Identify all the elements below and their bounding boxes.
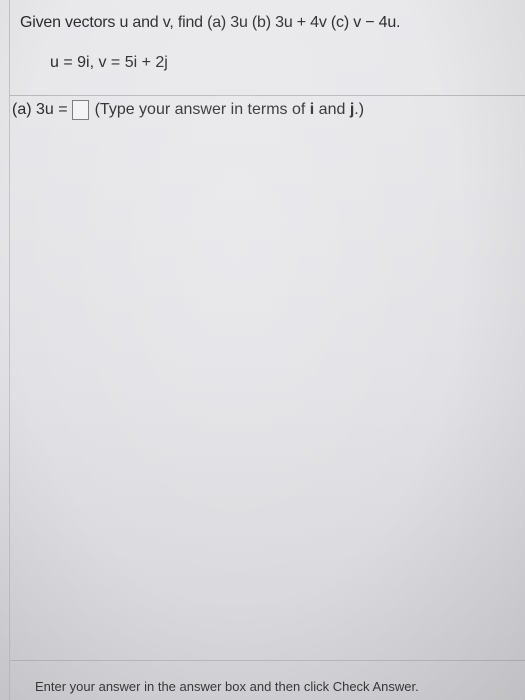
- hint-suffix: .): [354, 101, 365, 118]
- given-vectors: u = 9i, v = 5i + 2j: [50, 54, 168, 71]
- answer-hint: (Type your answer in terms of i and j.): [95, 101, 364, 119]
- homework-page: Given vectors u and v, find (a) 3u (b) 3…: [0, 0, 525, 700]
- answer-input-box[interactable]: [71, 100, 89, 120]
- footer-instruction: Enter your answer in the answer box and …: [35, 679, 419, 694]
- question-prompt: Given vectors u and v, find (a) 3u (b) 3…: [20, 14, 401, 31]
- footer-panel: Enter your answer in the answer box and …: [10, 660, 525, 700]
- answer-row-a: (a) 3u = (Type your answer in terms of i…: [12, 95, 522, 125]
- left-border-line: [9, 0, 10, 700]
- answer-label: (a) 3u =: [12, 101, 68, 118]
- hint-and: and: [314, 101, 350, 118]
- question-panel: Given vectors u and v, find (a) 3u (b) 3…: [10, 0, 525, 96]
- hint-prefix: (Type your answer in terms of: [94, 101, 310, 118]
